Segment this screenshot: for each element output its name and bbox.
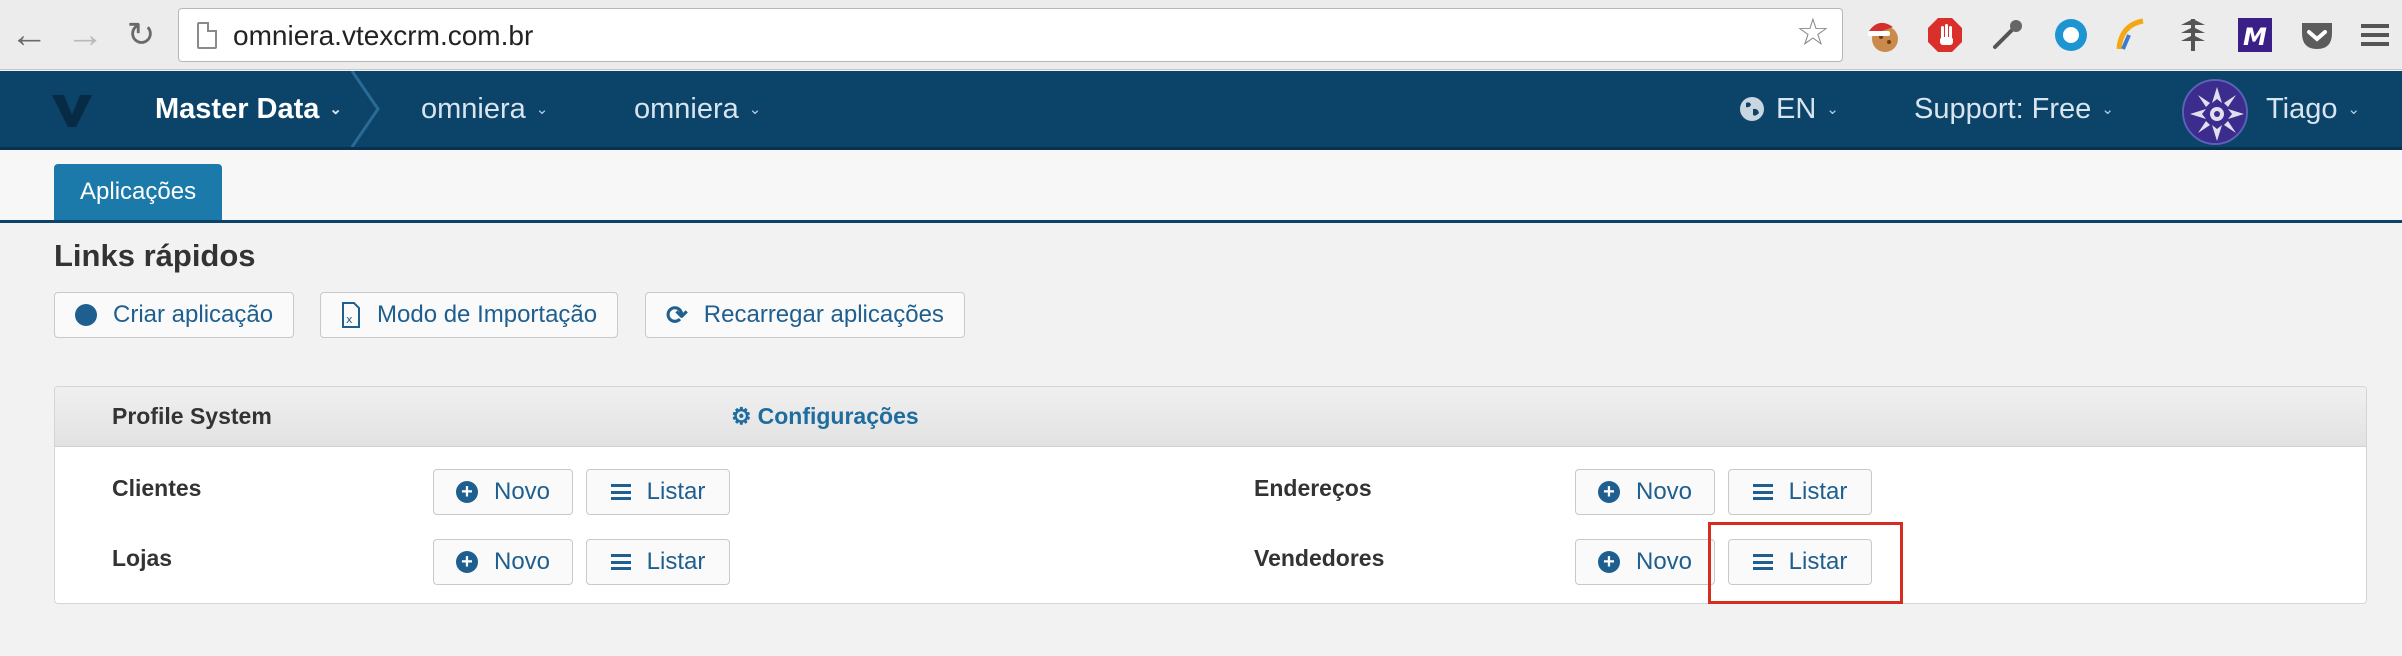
svg-text:x: x [346,313,353,326]
tab-aplicacoes[interactable]: Aplicações [54,164,223,220]
adblock-hand-icon[interactable] [1922,12,1968,58]
clientes-new-button[interactable]: + Novo [433,469,573,515]
bookmark-star-icon[interactable]: ☆ [1796,14,1830,52]
language-label: EN [1776,92,1817,125]
chevron-down-icon: ⌄ [748,101,762,118]
reload-applications-button[interactable]: ⟳ Recarregar aplicações [645,292,965,338]
language-selector[interactable]: EN ⌄ [1738,71,1839,147]
back-icon[interactable]: ← [6,12,52,58]
configurations-label: Configurações [757,403,919,429]
svg-text:M: M [2243,23,2267,51]
url-text[interactable]: omniera.vtexcrm.com.br [233,20,533,52]
excel-file-icon: x [342,302,360,328]
gear-icon: ⚙ [731,403,752,429]
plus-circle-icon: + [455,481,478,503]
button-label: Novo [1635,478,1693,505]
user-name: Tiago [2266,92,2338,125]
breadcrumb-divider-icon [350,71,380,147]
highlight-annotation-box [1708,522,1903,604]
breadcrumb-label: omniera [634,92,739,125]
create-application-button[interactable]: + Criar aplicação [54,292,295,338]
user-menu[interactable]: Tiago ⌄ [2266,71,2360,147]
button-label: Modo de Importação [377,301,598,328]
button-label: Listar [646,478,706,505]
button-label: Novo [1635,548,1693,575]
pocket-icon[interactable] [2294,12,2340,58]
browser-toolbar: ← → ↻ omniera.vtexcrm.com.br ☆ M [0,0,2402,70]
reload-icon[interactable]: ↻ [118,12,164,58]
m-extension-icon[interactable]: M [2232,12,2278,58]
enderecos-new-button[interactable]: + Novo [1575,469,1715,515]
lojas-list-button[interactable]: Listar [586,539,730,585]
plus-circle-icon: + [1597,551,1620,573]
breadcrumb-master-data[interactable]: Master Data ⌄ [155,71,342,147]
support-menu[interactable]: Support: Free ⌄ [1914,71,2114,147]
tree-extension-icon[interactable] [2170,12,2216,58]
page-title: Links rápidos [54,238,256,273]
list-icon [610,554,631,570]
app-header: Master Data ⌄ omniera ⌄ omniera ⌄ EN ⌄ Suppo… [0,71,2402,150]
chevron-down-icon: ⌄ [329,101,342,118]
plus-circle-icon: + [455,551,478,573]
chrome-menu-icon[interactable] [2352,12,2398,58]
list-icon [610,484,631,500]
button-label: Novo [493,548,551,575]
button-label: Criar aplicação [113,301,274,328]
enderecos-list-button[interactable]: Listar [1728,469,1872,515]
tab-bar: Aplicações [0,150,2402,223]
vtex-logo-icon[interactable] [50,93,94,129]
eyedropper-icon[interactable] [1984,12,2030,58]
blue-circle-extension-icon[interactable] [2048,12,2094,58]
address-bar[interactable]: omniera.vtexcrm.com.br ☆ [178,8,1843,62]
plus-circle-icon: + [1597,481,1620,503]
configurations-link[interactable]: ⚙ Configurações [731,403,919,430]
avatar[interactable] [2182,79,2248,145]
santa-cookie-extension-icon[interactable] [1860,12,1906,58]
page-icon [197,22,217,49]
chevron-down-icon: ⌄ [2101,101,2114,118]
breadcrumb-label: Master Data [155,92,320,125]
profile-system-panel: Profile System ⚙ Configurações Clientes … [54,386,2367,604]
chevron-down-icon: ⌄ [535,101,549,118]
entity-label-clientes: Clientes [112,475,202,501]
entity-label-enderecos: Endereços [1254,475,1372,501]
vendedores-new-button[interactable]: + Novo [1575,539,1715,585]
plus-circle-icon: + [75,304,97,326]
panel-title: Profile System [112,403,272,429]
refresh-icon: ⟳ [666,299,688,330]
entity-label-vendedores: Vendedores [1254,545,1385,571]
breadcrumb-store[interactable]: omniera ⌄ [421,71,548,147]
button-label: Listar [1788,478,1848,505]
button-label: Recarregar aplicações [703,301,944,328]
list-icon [1752,484,1773,500]
support-label: Support: Free [1914,92,2092,125]
button-label: Listar [646,548,706,575]
clientes-list-button[interactable]: Listar [586,469,730,515]
chevron-down-icon: ⌄ [2347,101,2361,118]
import-mode-button[interactable]: x Modo de Importação [320,292,619,338]
breadcrumb-account[interactable]: omniera ⌄ [634,71,761,147]
entity-label-lojas: Lojas [112,545,173,571]
globe-icon [1740,97,1764,121]
lojas-new-button[interactable]: + Novo [433,539,573,585]
forward-icon[interactable]: → [62,12,108,58]
panel-header: Profile System ⚙ Configurações [55,387,2366,447]
breadcrumb-label: omniera [421,92,526,125]
ruler-extension-icon[interactable] [2108,12,2154,58]
chevron-down-icon: ⌄ [1826,101,1839,118]
button-label: Novo [493,478,551,505]
